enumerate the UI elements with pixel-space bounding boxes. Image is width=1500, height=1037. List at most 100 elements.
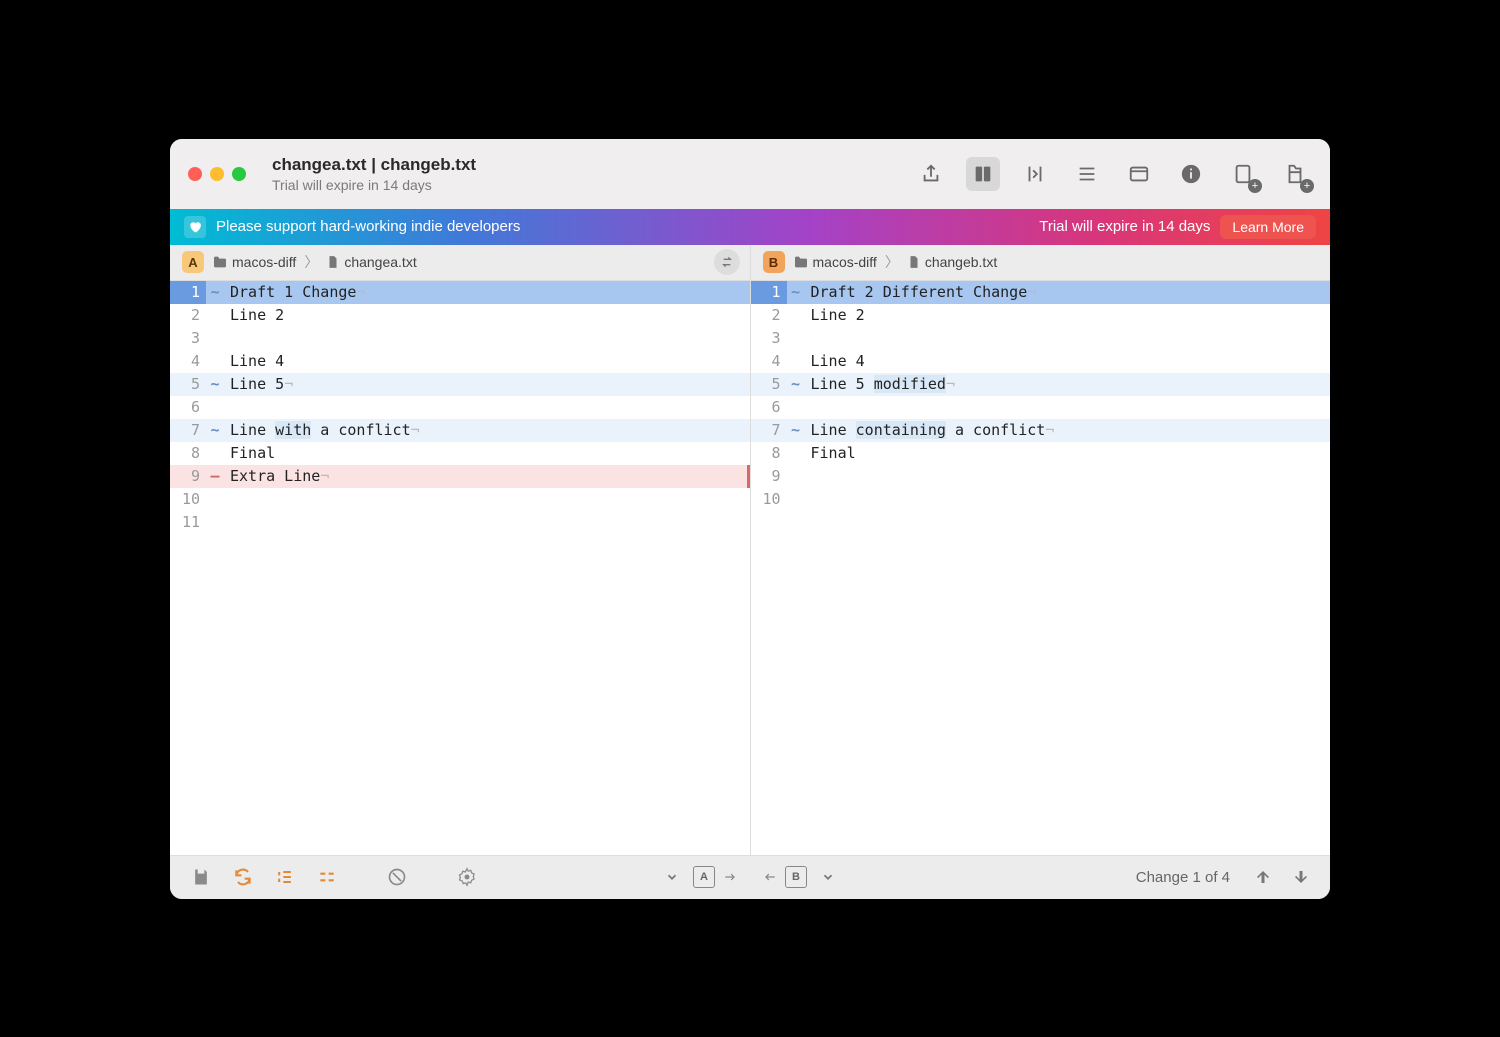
window-title: changea.txt | changeb.txt <box>272 155 904 175</box>
view-side-by-side-button[interactable] <box>966 157 1000 191</box>
code-line[interactable]: 7~Line containing a conflict¬ <box>751 419 1331 442</box>
code-line[interactable]: 4Line 4 <box>170 350 750 373</box>
breadcrumb-b-folder: macos-diff <box>813 254 877 270</box>
pane-b-badge: B <box>763 251 785 273</box>
pane-b[interactable]: 1~Draft 2 Different Change¬2Line 234 Line… <box>751 281 1331 855</box>
line-number: 10 <box>170 488 206 511</box>
line-number: 7 <box>751 419 787 442</box>
learn-more-button[interactable]: Learn More <box>1220 215 1316 239</box>
line-number: 10 <box>751 488 787 511</box>
add-file-button[interactable] <box>1226 157 1260 191</box>
next-change-button[interactable] <box>1286 862 1316 892</box>
line-number: 1 <box>170 281 206 304</box>
folder-icon <box>212 254 228 270</box>
info-button[interactable] <box>1174 157 1208 191</box>
code-line[interactable]: 8 Final <box>170 442 750 465</box>
pilcrow-icon: ¬ <box>356 283 365 301</box>
pilcrow-icon: ¬ <box>946 375 955 393</box>
add-folder-button[interactable] <box>1278 157 1312 191</box>
diff-marker: — <box>206 465 224 488</box>
reload-button[interactable] <box>226 860 260 894</box>
minimize-window-button[interactable] <box>210 167 224 181</box>
filter-button[interactable] <box>380 860 414 894</box>
breadcrumb-b-path[interactable]: macos-diff 〉 changeb.txt <box>793 252 998 272</box>
prev-change-button[interactable] <box>1248 862 1278 892</box>
line-number: 4 <box>170 350 206 373</box>
line-number: 3 <box>751 327 787 350</box>
pilcrow-icon: ¬ <box>320 467 329 485</box>
save-button[interactable] <box>184 860 218 894</box>
line-number: 11 <box>170 511 206 534</box>
settings-button[interactable] <box>450 860 484 894</box>
copy-to-a-button[interactable]: A <box>693 866 715 888</box>
code-line[interactable]: 9—Extra Line¬ <box>170 465 750 488</box>
view-inline-button[interactable] <box>1018 157 1052 191</box>
line-number: 4 <box>751 350 787 373</box>
file-icon <box>326 255 340 269</box>
heart-icon <box>184 216 206 238</box>
code-line[interactable]: 7~Line with a conflict¬ <box>170 419 750 442</box>
code-line[interactable]: 10 <box>170 488 750 511</box>
line-text: Draft 1 Change¬ <box>224 281 750 304</box>
line-text: Line 2 <box>805 304 1331 327</box>
code-line[interactable]: 1~Draft 1 Change¬ <box>170 281 750 304</box>
prev-change-dropdown[interactable] <box>657 862 687 892</box>
line-text: Final <box>805 442 1331 465</box>
line-text: Final <box>224 442 750 465</box>
breadcrumb-b-file: changeb.txt <box>925 254 997 270</box>
code-line[interactable]: 10 <box>751 488 1331 511</box>
whitespace-button[interactable] <box>310 860 344 894</box>
line-number: 7 <box>170 419 206 442</box>
traffic-lights <box>188 167 246 181</box>
diff-panes: 1~Draft 1 Change¬2Line 234Line 45~Line 5… <box>170 281 1330 855</box>
code-line[interactable]: 2Line 2 <box>170 304 750 327</box>
line-number: 8 <box>751 442 787 465</box>
pilcrow-icon: ¬ <box>411 421 420 439</box>
copy-to-b-button[interactable]: B <box>785 866 807 888</box>
copy-navigation: A B <box>657 862 843 892</box>
code-line[interactable]: 3 <box>751 327 1331 350</box>
code-line[interactable]: 1~Draft 2 Different Change¬ <box>751 281 1331 304</box>
share-button[interactable] <box>914 157 948 191</box>
pane-a[interactable]: 1~Draft 1 Change¬2Line 234Line 45~Line 5… <box>170 281 751 855</box>
line-text: Line containing a conflict¬ <box>805 419 1331 442</box>
diff-marker: ~ <box>787 373 805 396</box>
line-number: 8 <box>170 442 206 465</box>
line-number: 5 <box>751 373 787 396</box>
breadcrumb-a-path[interactable]: macos-diff 〉 changea.txt <box>212 252 417 272</box>
line-number: 3 <box>170 327 206 350</box>
diff-marker: ~ <box>206 419 224 442</box>
code-line[interactable]: 4 Line 4 <box>751 350 1331 373</box>
swap-sides-button[interactable] <box>714 249 740 275</box>
line-text: Line 5¬ <box>224 373 750 396</box>
breadcrumb-a: A macos-diff 〉 changea.txt <box>170 245 751 280</box>
window-subtitle: Trial will expire in 14 days <box>272 177 904 193</box>
line-text: Draft 2 Different Change¬ <box>805 281 1331 304</box>
code-line[interactable]: 11 <box>170 511 750 534</box>
line-number: 9 <box>751 465 787 488</box>
line-numbers-button[interactable] <box>268 860 302 894</box>
line-text: Line 4 <box>805 350 1331 373</box>
next-change-dropdown[interactable] <box>813 862 843 892</box>
diff-marker: ~ <box>206 281 224 304</box>
close-window-button[interactable] <box>188 167 202 181</box>
code-line[interactable]: 3 <box>170 327 750 350</box>
pane-a-badge: A <box>182 251 204 273</box>
maximize-window-button[interactable] <box>232 167 246 181</box>
app-window: changea.txt | changeb.txt Trial will exp… <box>170 139 1330 899</box>
line-number: 5 <box>170 373 206 396</box>
window-mode-button[interactable] <box>1122 157 1156 191</box>
banner-trial-text: Trial will expire in 14 days <box>1039 218 1210 235</box>
code-line[interactable]: 6 <box>170 396 750 419</box>
code-line[interactable]: 9 <box>751 465 1331 488</box>
diff-marker: ~ <box>787 419 805 442</box>
code-line[interactable]: 5~Line 5 modified¬ <box>751 373 1331 396</box>
code-line[interactable]: 2Line 2 <box>751 304 1331 327</box>
code-line[interactable]: 6 <box>751 396 1331 419</box>
title-block: changea.txt | changeb.txt Trial will exp… <box>268 155 904 193</box>
code-line[interactable]: 8 Final <box>751 442 1331 465</box>
file-icon <box>907 255 921 269</box>
view-list-button[interactable] <box>1070 157 1104 191</box>
code-line[interactable]: 5~Line 5¬ <box>170 373 750 396</box>
line-number: 2 <box>170 304 206 327</box>
